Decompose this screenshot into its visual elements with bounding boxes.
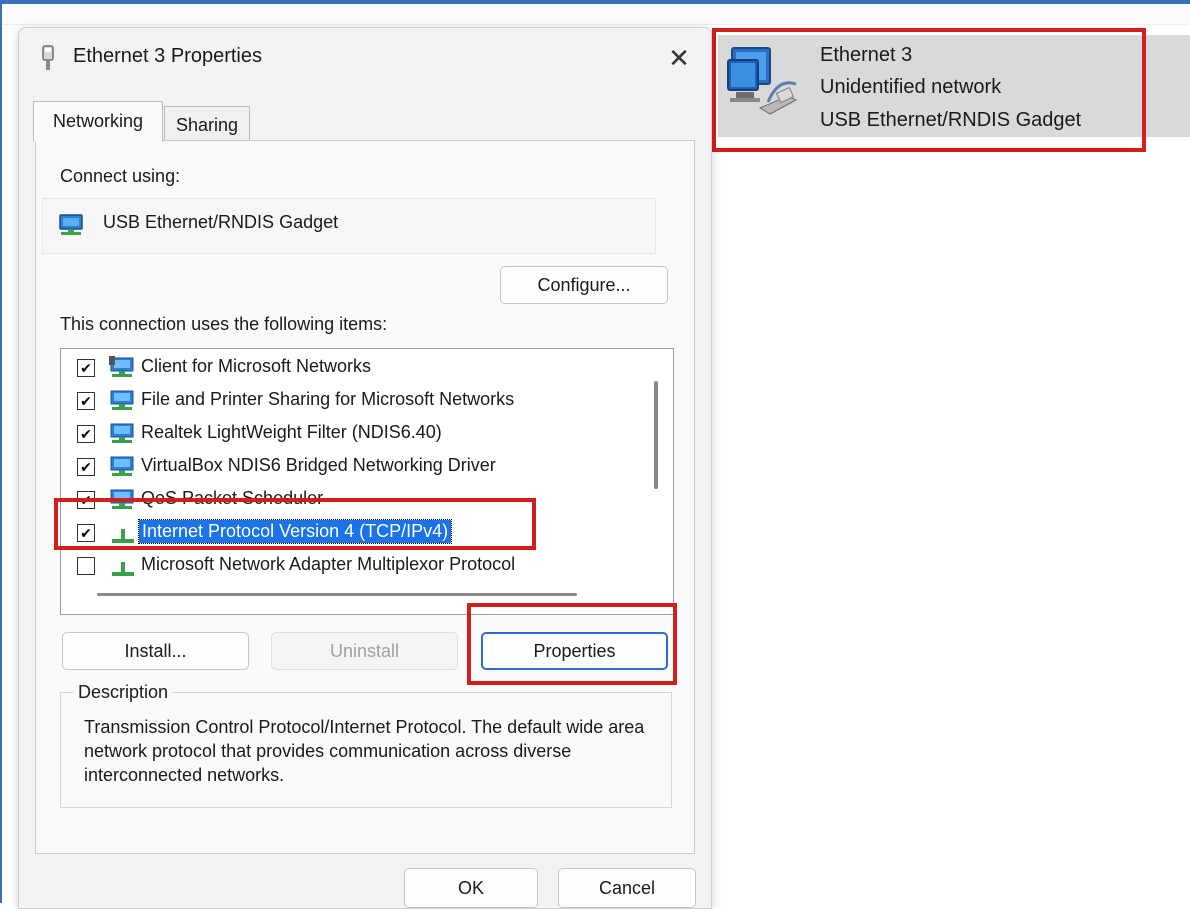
checkbox[interactable]: ✔ xyxy=(77,458,95,476)
connect-using-label: Connect using: xyxy=(60,166,181,186)
cancel-button[interactable]: Cancel xyxy=(558,868,696,908)
network-status: Unidentified network xyxy=(820,76,1002,98)
close-button[interactable]: ✕ xyxy=(657,36,701,80)
checkbox[interactable]: ✔ xyxy=(77,359,95,377)
dialog-title: Ethernet 3 Properties xyxy=(73,45,262,67)
list-item[interactable]: ✔ VirtualBox NDIS6 Bridged Networking Dr… xyxy=(61,452,651,482)
items-label: This connection uses the following items… xyxy=(60,314,388,334)
item-label: Client for Microsoft Networks xyxy=(141,356,372,376)
network-service-icon xyxy=(109,488,137,512)
item-label: Microsoft Network Adapter Multiplexor Pr… xyxy=(141,554,516,574)
items-list[interactable]: ✔ Client for Microsoft Networks ✔ File a… xyxy=(60,348,674,615)
properties-button[interactable]: Properties xyxy=(481,632,668,670)
protocol-icon xyxy=(109,521,137,545)
item-label: Realtek LightWeight Filter (NDIS6.40) xyxy=(141,422,442,442)
network-adapter-icon xyxy=(718,38,808,128)
window-left-border xyxy=(0,0,2,903)
checkbox[interactable]: ✔ xyxy=(77,491,95,509)
network-service-icon xyxy=(109,422,137,446)
list-item-selected[interactable]: ✔ Internet Protocol Version 4 (TCP/IPv4) xyxy=(61,518,651,548)
list-item[interactable]: ✔ File and Printer Sharing for Microsoft… xyxy=(61,386,651,416)
tab-networking[interactable]: Networking xyxy=(33,101,163,142)
item-label: QoS Packet Scheduler xyxy=(141,488,324,508)
ethernet-plug-icon xyxy=(41,44,55,72)
list-item[interactable]: ✔ Client for Microsoft Networks xyxy=(61,353,651,383)
item-label: File and Printer Sharing for Microsoft N… xyxy=(141,389,515,409)
ok-button[interactable]: OK xyxy=(404,868,538,908)
item-label: Internet Protocol Version 4 (TCP/IPv4) xyxy=(137,519,453,544)
horizontal-scrollbar[interactable] xyxy=(97,593,577,596)
background-header xyxy=(2,4,1190,25)
checkbox[interactable]: ✔ xyxy=(77,524,95,542)
network-adapter-small-icon xyxy=(57,213,85,237)
list-item[interactable]: ✔ QoS Packet Scheduler xyxy=(61,485,651,515)
list-item[interactable]: ✔ Realtek LightWeight Filter (NDIS6.40) xyxy=(61,419,651,449)
checkbox[interactable]: ✔ xyxy=(77,425,95,443)
description-text: Transmission Control Protocol/Internet P… xyxy=(84,717,645,785)
checkbox[interactable]: ✔ xyxy=(77,392,95,410)
configure-button[interactable]: Configure... xyxy=(500,266,668,304)
uninstall-button[interactable]: Uninstall xyxy=(271,632,458,670)
close-icon: ✕ xyxy=(668,42,690,73)
item-label: VirtualBox NDIS6 Bridged Networking Driv… xyxy=(141,455,496,475)
adapter-field: USB Ethernet/RNDIS Gadget xyxy=(42,198,656,254)
list-item[interactable]: Microsoft Network Adapter Multiplexor Pr… xyxy=(61,551,651,581)
network-device: USB Ethernet/RNDIS Gadget xyxy=(820,109,1082,131)
network-service-icon xyxy=(109,455,137,479)
install-button[interactable]: Install... xyxy=(62,632,249,670)
protocol-icon xyxy=(109,554,137,578)
network-name: Ethernet 3 xyxy=(820,44,913,66)
checkbox[interactable] xyxy=(77,557,95,575)
network-client-icon xyxy=(109,356,137,380)
description-legend: Description xyxy=(74,682,173,703)
adapter-name: USB Ethernet/RNDIS Gadget xyxy=(103,212,339,232)
network-service-icon xyxy=(109,389,137,413)
tab-sharing[interactable]: Sharing xyxy=(164,106,250,141)
vertical-scrollbar[interactable] xyxy=(654,381,658,489)
